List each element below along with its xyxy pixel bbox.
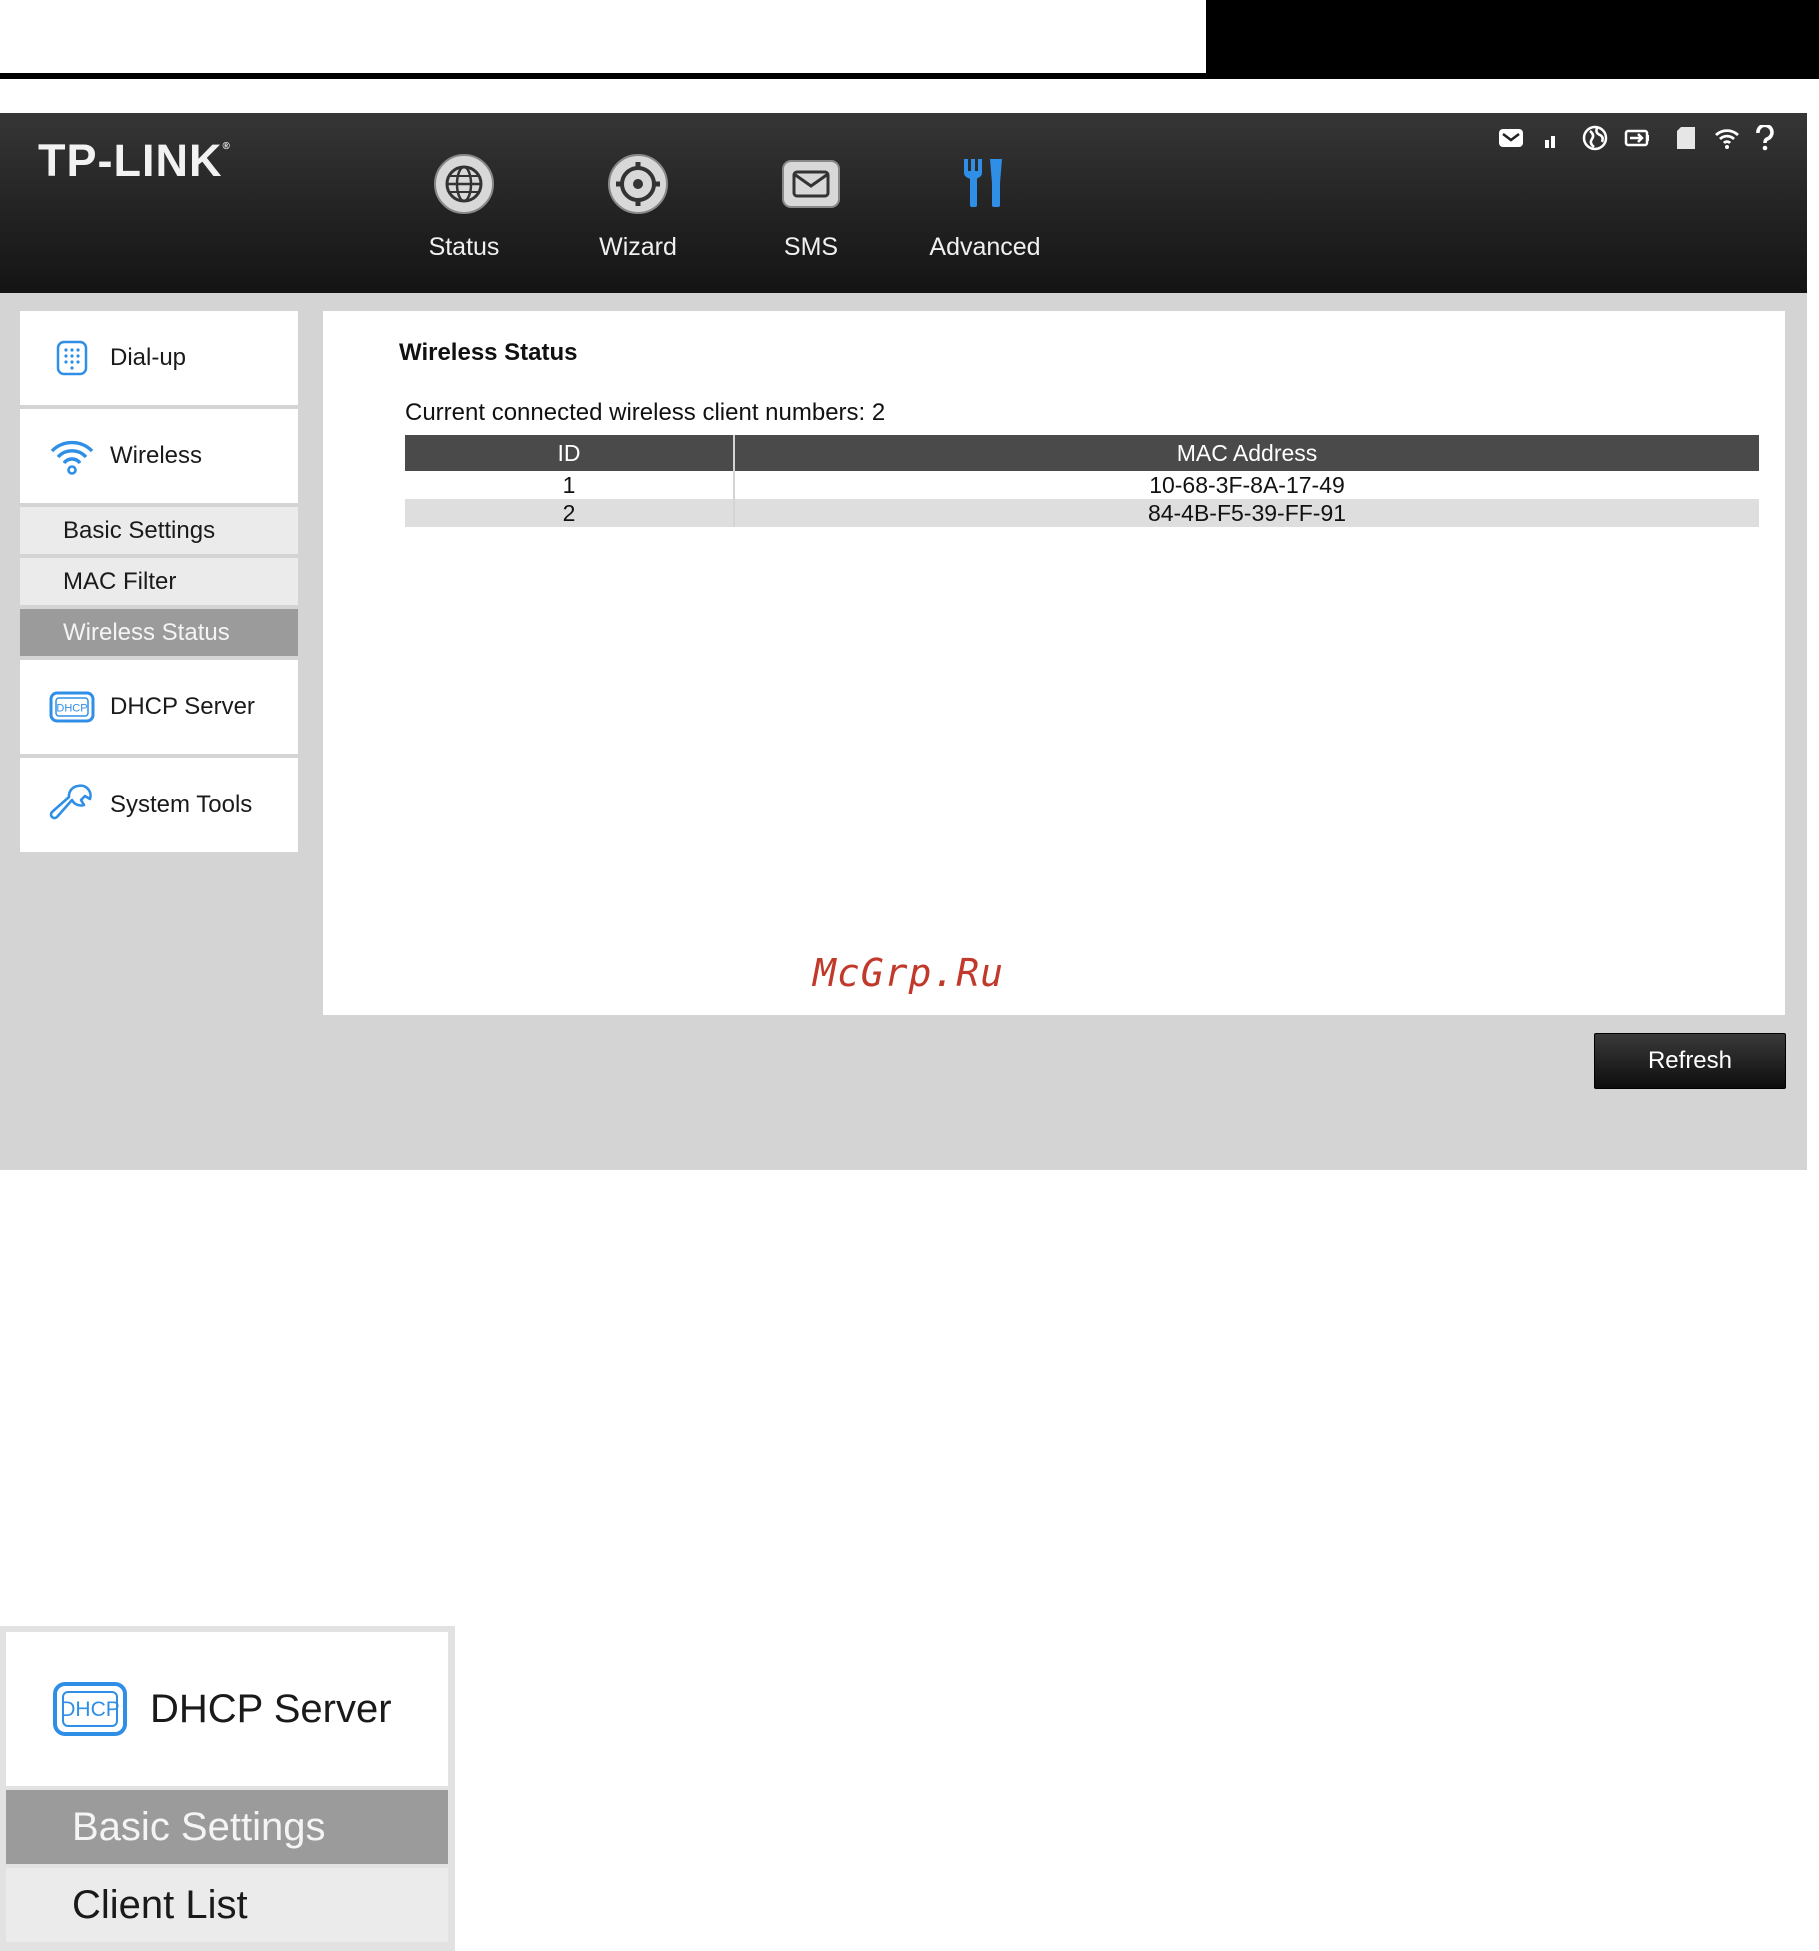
cell-mac: 84-4B-F5-39-FF-91 xyxy=(734,499,1759,527)
dhcp-icon-text: DHCP xyxy=(60,1698,120,1721)
page-header-rule xyxy=(0,73,1819,79)
sidebar-item-label: DHCP Server xyxy=(110,693,255,720)
mail-icon[interactable] xyxy=(1498,125,1524,151)
sidebar-item-wireless[interactable]: Wireless xyxy=(20,409,298,503)
nav-wizard-label: Wizard xyxy=(599,233,677,261)
nav-advanced-label: Advanced xyxy=(929,233,1041,261)
sidebar-item-label: Wireless xyxy=(110,442,203,469)
sidebar-item-dial-up[interactable]: Dial-up xyxy=(20,311,298,405)
client-table: ID MAC Address 1 10-68-3F-8A-17-49 2 84-… xyxy=(405,435,1759,527)
dhcp-icon: DHCP xyxy=(53,1682,127,1736)
internet-icon xyxy=(1582,125,1608,151)
sidebar-item-system-tools[interactable]: System Tools xyxy=(20,758,298,852)
inset-dhcp-label: DHCP Server xyxy=(150,1686,392,1731)
wrench-icon xyxy=(49,784,92,820)
router-admin-screen: TP-LINK® Status Wizard SMS Advanced Dial… xyxy=(0,113,1807,1170)
column-header-id: ID xyxy=(405,435,735,471)
dhcp-icon: DHCP xyxy=(49,691,95,723)
page-title: Wireless Status xyxy=(399,339,578,366)
client-count-label: Current connected wireless client number… xyxy=(405,399,866,426)
sidebar-subitem-basic-settings[interactable]: Basic Settings xyxy=(20,507,298,554)
sidebar-item-label: Dial-up xyxy=(110,344,187,371)
column-header-mac: MAC Address xyxy=(734,435,1759,471)
page-header-block xyxy=(1206,0,1819,79)
cell-id: 1 xyxy=(405,471,735,499)
cell-id: 2 xyxy=(405,499,735,527)
nav-status-label: Status xyxy=(428,233,500,261)
logo-registered-mark: ® xyxy=(222,141,231,152)
nav-advanced[interactable]: Advanced xyxy=(910,153,1060,283)
watermark-text: McGrp.Ru xyxy=(813,951,1005,995)
envelope-icon xyxy=(782,160,840,208)
refresh-button[interactable]: Refresh xyxy=(1594,1033,1786,1089)
wifi-icon xyxy=(50,440,94,475)
sidebar-item-dhcp-server[interactable]: DHCP DHCP Server xyxy=(20,660,298,754)
inset-client-list-item[interactable]: Client List xyxy=(6,1868,448,1942)
nav-sms-label: SMS xyxy=(783,233,839,261)
tools-icon xyxy=(964,159,1002,207)
nav-status[interactable]: Status xyxy=(389,153,539,283)
inset-dhcp-server-item[interactable]: DHCP DHCP Server xyxy=(6,1632,448,1786)
battery-icon xyxy=(1624,129,1649,147)
client-count-line: Current connected wireless client number… xyxy=(405,399,885,427)
sd-card-icon xyxy=(1677,127,1695,149)
sidebar-item-label: System Tools xyxy=(110,791,253,818)
table-row: 1 10-68-3F-8A-17-49 xyxy=(405,471,1759,499)
dhcp-menu-inset: DHCP DHCP Server Basic Settings Client L… xyxy=(0,1626,455,1951)
logo-text: TP-LINK xyxy=(38,135,223,186)
dhcp-icon-text: DHCP xyxy=(56,703,87,715)
help-icon[interactable] xyxy=(1752,125,1778,151)
nav-wizard[interactable]: Wizard xyxy=(563,153,713,283)
tp-link-logo: TP-LINK® xyxy=(38,135,231,187)
inset-basic-settings-item[interactable]: Basic Settings xyxy=(6,1790,448,1864)
cell-mac: 10-68-3F-8A-17-49 xyxy=(734,471,1759,499)
sidebar-menu: Dial-up Wireless Basic Settings MAC Filt… xyxy=(20,311,298,856)
nav-sms[interactable]: SMS xyxy=(736,153,886,283)
gear-icon xyxy=(608,154,668,214)
globe-icon xyxy=(434,154,494,214)
sidebar-subitem-wireless-status[interactable]: Wireless Status xyxy=(20,609,298,656)
signal-icon xyxy=(1545,136,1555,148)
content-panel: Wireless Status Current connected wirele… xyxy=(323,311,1785,1015)
top-navigation-bar: TP-LINK® Status Wizard SMS Advanced xyxy=(0,113,1807,293)
wifi-status-icon xyxy=(1715,129,1739,149)
client-count-value: 2 xyxy=(871,399,886,426)
dialpad-icon xyxy=(56,340,88,376)
sidebar-subitem-mac-filter[interactable]: MAC Filter xyxy=(20,558,298,605)
table-row: 2 84-4B-F5-39-FF-91 xyxy=(405,499,1759,527)
table-header-row: ID MAC Address xyxy=(405,435,1759,471)
